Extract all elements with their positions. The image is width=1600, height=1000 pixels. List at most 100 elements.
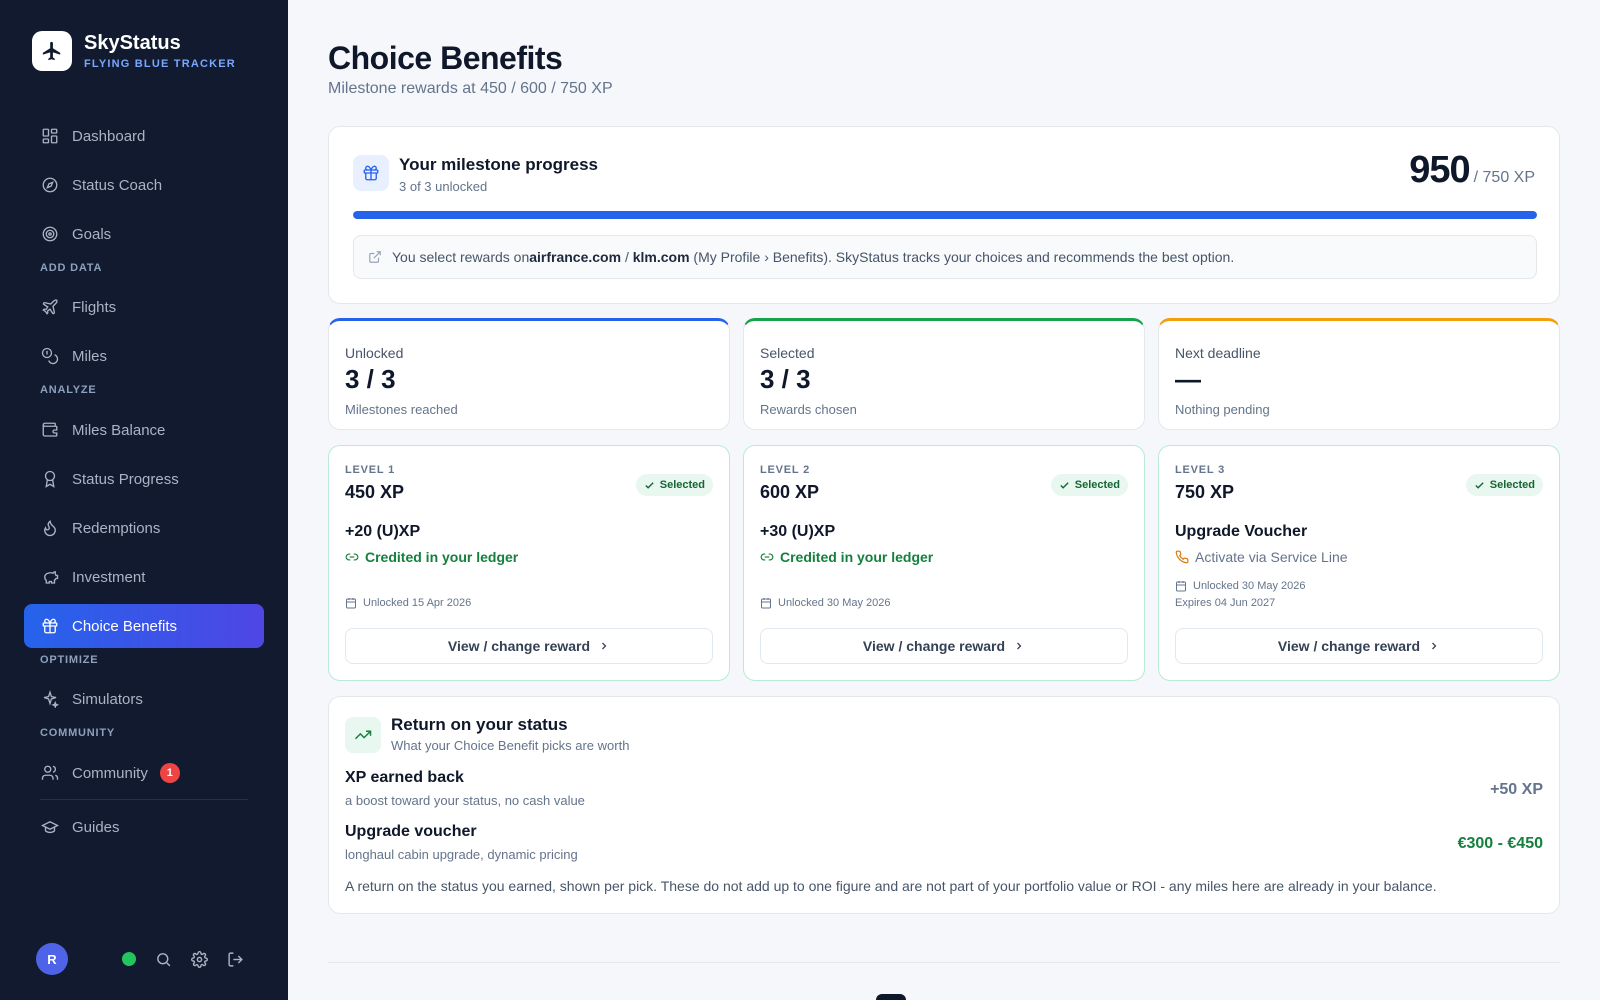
nav-label: Miles Balance — [72, 421, 166, 439]
nav-label: Community — [72, 764, 148, 782]
coins-icon — [40, 346, 60, 366]
progress-bar — [353, 211, 1537, 219]
gear-icon[interactable] — [190, 950, 208, 968]
stat-card-unlocked: Unlocked 3 / 3 Milestones reached — [328, 318, 730, 430]
nav-label: Flights — [72, 298, 117, 316]
nav-goals[interactable]: Goals — [24, 212, 264, 256]
link-icon — [760, 550, 774, 564]
selected-badge: Selected — [635, 474, 713, 496]
target-icon — [40, 224, 60, 244]
plane-logo-icon — [32, 31, 72, 71]
nav-label: Miles — [72, 347, 108, 365]
klm-link[interactable]: klm.com — [633, 249, 690, 265]
nav-dashboard[interactable]: Dashboard — [24, 114, 264, 158]
online-status-dot — [122, 952, 136, 966]
view-change-reward-button[interactable]: View / change reward — [760, 628, 1128, 664]
reward-title: +20 (U)XP — [345, 523, 421, 540]
external-link-icon — [368, 250, 382, 264]
stat-note: Milestones reached — [345, 402, 458, 417]
button-label: View / change reward — [1277, 638, 1421, 654]
plane-icon — [40, 297, 60, 317]
level-card-1: LEVEL 1 450 XP Selected +20 (U)XP Credit… — [328, 445, 730, 681]
button-label: View / change reward — [862, 638, 1006, 654]
stat-value: — — [1175, 364, 1201, 394]
stat-note: Nothing pending — [1175, 402, 1270, 417]
level-tag: LEVEL 3 — [1175, 464, 1226, 476]
airfrance-link[interactable]: airfrance.com — [529, 249, 621, 265]
nav-label: Redemptions — [72, 519, 161, 537]
reward-detail: Credited in your ledger — [345, 549, 518, 565]
view-change-reward-button[interactable]: View / change reward — [1175, 628, 1543, 664]
check-icon — [1474, 480, 1485, 491]
nav-guides[interactable]: Guides — [24, 805, 264, 849]
users-icon — [40, 763, 60, 783]
unlocked-date: Unlocked 15 Apr 2026 — [345, 597, 471, 609]
roi-row-title: Upgrade voucher — [345, 823, 477, 840]
footer-logo — [876, 994, 906, 1000]
stat-value: 3 / 3 — [760, 364, 811, 394]
brand-subtitle: FLYING BLUE TRACKER — [84, 58, 236, 70]
roi-row-value: €300 - €450 — [1457, 835, 1543, 852]
stat-label: Selected — [760, 345, 815, 361]
selected-badge-label: Selected — [1074, 479, 1120, 491]
notification-badge: 1 — [159, 763, 180, 783]
unlocked-date: Unlocked 30 May 2026 — [1175, 580, 1306, 592]
reward-detail: Activate via Service Line — [1175, 549, 1348, 565]
return-on-status-card: Return on your status What your Choice B… — [328, 696, 1560, 914]
reward-detail-text: Credited in your ledger — [780, 549, 934, 565]
stat-label: Unlocked — [345, 345, 404, 361]
nav-miles-balance[interactable]: Miles Balance — [24, 408, 264, 452]
stat-note: Rewards chosen — [760, 402, 857, 417]
nav-miles[interactable]: Miles — [24, 334, 264, 378]
progress-title: Your milestone progress — [399, 155, 599, 174]
graduation-cap-icon — [40, 817, 60, 837]
reward-detail-text: Credited in your ledger — [365, 549, 519, 565]
nav-label: Status Progress — [72, 470, 179, 488]
calendar-icon — [760, 597, 772, 609]
nav-choice-benefits[interactable]: Choice Benefits — [24, 604, 264, 648]
milestone-progress-card: Your milestone progress 3 of 3 unlocked … — [328, 126, 1560, 304]
chevron-right-icon — [598, 640, 610, 652]
nav-status-progress[interactable]: Status Progress — [24, 457, 264, 501]
nav-simulators[interactable]: Simulators — [24, 677, 264, 721]
roi-row-title: XP earned back — [345, 769, 464, 786]
nav-divider — [40, 799, 248, 800]
reward-detail: Credited in your ledger — [760, 549, 933, 565]
nav-section-analyze: ANALYZE — [40, 384, 97, 396]
selected-badge-label: Selected — [659, 479, 705, 491]
stat-card-selected: Selected 3 / 3 Rewards chosen — [743, 318, 1145, 430]
nav-label: Goals — [72, 225, 112, 243]
nav-community[interactable]: Community 1 — [24, 751, 264, 795]
piggy-bank-icon — [40, 567, 60, 587]
nav-label: Guides — [72, 818, 120, 836]
search-icon[interactable] — [154, 950, 172, 968]
nav-investment[interactable]: Investment — [24, 555, 264, 599]
level-card-3: LEVEL 3 750 XP Selected Upgrade Voucher … — [1158, 445, 1560, 681]
selected-badge: Selected — [1465, 474, 1543, 496]
nav-flights[interactable]: Flights — [24, 285, 264, 329]
nav-label: Status Coach — [72, 176, 163, 194]
selected-badge: Selected — [1050, 474, 1128, 496]
view-change-reward-button[interactable]: View / change reward — [345, 628, 713, 664]
info-note: You select rewards on airfrance.com / kl… — [353, 235, 1537, 279]
logout-icon[interactable] — [226, 950, 244, 968]
xp-current: 950 — [1409, 149, 1470, 191]
level-xp: 750 XP — [1175, 482, 1235, 502]
unlocked-date: Unlocked 30 May 2026 — [760, 597, 891, 609]
nav-redemptions[interactable]: Redemptions — [24, 506, 264, 550]
compass-icon — [40, 175, 60, 195]
nav-label: Simulators — [72, 690, 143, 708]
unlocked-date-text: Unlocked 30 May 2026 — [778, 597, 891, 609]
roi-footnote: A return on the status you earned, shown… — [345, 878, 1437, 894]
nav-status-coach[interactable]: Status Coach — [24, 163, 264, 207]
footer-divider — [328, 962, 1560, 963]
sparkles-icon — [40, 689, 60, 709]
gift-icon — [40, 616, 60, 636]
note-separator: / — [621, 249, 633, 265]
stat-label: Next deadline — [1175, 345, 1261, 361]
avatar[interactable]: R — [36, 943, 68, 975]
reward-title: +30 (U)XP — [760, 523, 836, 540]
nav-section-optimize: OPTIMIZE — [40, 654, 99, 666]
level-tag: LEVEL 1 — [345, 464, 396, 476]
brand[interactable]: SkyStatus FLYING BLUE TRACKER — [32, 31, 236, 71]
